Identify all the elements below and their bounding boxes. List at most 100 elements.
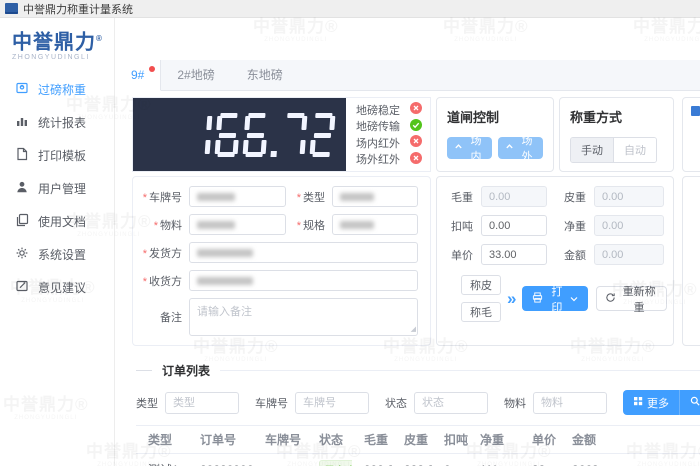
app-window: 中誉鼎力称重计量系统 中誉鼎力® ZHONGYUDINGLI 过磅称重统计报表打… bbox=[0, 0, 700, 466]
form-field-label: 发货方 bbox=[133, 245, 189, 261]
status-indicator: 场外红外 bbox=[356, 151, 422, 167]
order-filters: 类型 车牌号 状态 物料 更多搜索 bbox=[136, 390, 700, 415]
sidebar-item-label: 统计报表 bbox=[38, 114, 86, 131]
filter-input-2[interactable] bbox=[295, 392, 369, 414]
weight-field-label: 净重 bbox=[556, 218, 586, 234]
gate-button-2[interactable]: 场外 bbox=[498, 137, 543, 159]
registered-mark: ® bbox=[96, 34, 103, 43]
weighbridge-icon bbox=[15, 81, 29, 98]
search-button[interactable]: 搜索 bbox=[680, 390, 700, 415]
chevron-down-icon bbox=[570, 293, 578, 305]
status-error-icon bbox=[410, 135, 422, 150]
sidebar-item-label: 打印模板 bbox=[38, 147, 86, 164]
filter-label: 类型 bbox=[136, 395, 158, 411]
sidebar-item-label: 意见建议 bbox=[38, 279, 86, 296]
bar-chart-icon bbox=[15, 114, 29, 131]
sidebar-item-6[interactable]: 系统设置 bbox=[0, 238, 114, 271]
weight-field-label: 皮重 bbox=[556, 189, 586, 205]
gate-control-panel: 道闸控制 场内场外 bbox=[436, 97, 554, 172]
print-template-icon bbox=[15, 147, 29, 164]
scale-tabbar: 9# 2#地磅 东地磅 bbox=[115, 60, 700, 91]
column-header: 毛重 bbox=[352, 426, 392, 454]
tab-scale-1[interactable]: 9# bbox=[115, 60, 161, 91]
refresh-icon bbox=[605, 292, 616, 306]
clipped-panel-top bbox=[682, 97, 700, 172]
tab-scale-3[interactable]: 东地磅 bbox=[231, 60, 299, 90]
column-header: 单价 bbox=[520, 426, 560, 454]
form-input[interactable] bbox=[189, 270, 418, 291]
mode-option-1[interactable]: 手动 bbox=[571, 138, 614, 162]
status-indicator: 地磅传输 bbox=[356, 118, 422, 134]
status-label: 场内红外 bbox=[356, 135, 400, 151]
mode-option-2[interactable]: 自动 bbox=[614, 138, 656, 162]
redacted-value bbox=[197, 277, 253, 285]
weight-values-panel: 毛重0.00皮重0.00扣吨0.00净重0.00单价33.00金额0.00 称皮… bbox=[436, 176, 674, 346]
orders-table: 类型订单号车牌号状态毛重皮重扣吨净重单价金额物料测试1202209060002e… bbox=[136, 425, 700, 466]
remark-label: 备注 bbox=[133, 309, 189, 325]
weigh-mode-toggle: 手动自动 bbox=[570, 137, 657, 163]
tab-scale-2[interactable]: 2#地磅 bbox=[161, 60, 230, 90]
form-input[interactable] bbox=[189, 214, 286, 235]
remark-textarea[interactable] bbox=[189, 298, 418, 336]
status-ok-icon bbox=[410, 119, 422, 134]
column-header: 皮重 bbox=[392, 426, 432, 454]
weight-input[interactable]: 33.00 bbox=[481, 244, 547, 265]
tab-label: 2#地磅 bbox=[177, 68, 214, 82]
weigh-tare-button[interactable]: 称皮 bbox=[461, 275, 501, 295]
form-input[interactable] bbox=[332, 214, 418, 235]
column-header: 类型 bbox=[136, 426, 188, 454]
weigh-gross-button[interactable]: 称毛 bbox=[461, 302, 501, 322]
window-title: 中誉鼎力称重计量系统 bbox=[23, 1, 133, 17]
filter-input-4[interactable] bbox=[533, 392, 607, 414]
form-input[interactable] bbox=[332, 186, 418, 207]
status-label: 地磅传输 bbox=[356, 118, 400, 134]
status-indicator: 场内红外 bbox=[356, 135, 422, 151]
sidebar-item-label: 系统设置 bbox=[38, 246, 86, 263]
reweigh-button[interactable]: 重新称重 bbox=[596, 286, 667, 311]
redacted-value bbox=[340, 193, 374, 201]
filter-input-1[interactable] bbox=[165, 392, 239, 414]
filter-label: 状态 bbox=[385, 395, 407, 411]
sidebar-item-7[interactable]: 意见建议 bbox=[0, 271, 114, 304]
clipped-panel-icon bbox=[691, 106, 700, 116]
weight-field-label: 扣吨 bbox=[443, 218, 473, 234]
weigh-mode-panel: 称重方式 手动自动 bbox=[559, 97, 674, 172]
sidebar-item-3[interactable]: 打印模板 bbox=[0, 139, 114, 172]
segment-digit bbox=[186, 113, 212, 157]
chevron-up-icon bbox=[454, 142, 463, 154]
table-row[interactable]: 测试1202209060002eee已完成999.88888.880111333… bbox=[136, 454, 700, 466]
filter-label: 车牌号 bbox=[255, 395, 288, 411]
filter-label: 物料 bbox=[504, 395, 526, 411]
form-input[interactable] bbox=[189, 242, 418, 263]
sidebar-item-5[interactable]: 使用文档 bbox=[0, 205, 114, 238]
table-cell: 测试1 bbox=[136, 454, 188, 466]
status-error-icon bbox=[410, 152, 422, 167]
window-titlebar: 中誉鼎力称重计量系统 bbox=[0, 0, 700, 18]
sidebar-item-1[interactable]: 过磅称重 bbox=[0, 73, 114, 106]
print-button[interactable]: 打印 bbox=[522, 286, 588, 311]
order-list-title: 订单列表 bbox=[162, 362, 210, 379]
section-divider: 订单列表 bbox=[136, 362, 700, 379]
weight-input[interactable]: 0.00 bbox=[481, 215, 547, 236]
app-icon bbox=[5, 3, 18, 14]
feedback-icon bbox=[15, 279, 29, 296]
sidebar-item-2[interactable]: 统计报表 bbox=[0, 106, 114, 139]
column-header: 状态 bbox=[307, 426, 352, 454]
table-cell: 999.88 bbox=[352, 454, 392, 466]
redacted-value bbox=[197, 193, 235, 201]
form-field-label: 物料 bbox=[133, 217, 189, 233]
form-input[interactable] bbox=[189, 186, 286, 207]
more-filters-button[interactable]: 更多 bbox=[623, 390, 679, 415]
table-cell: 3663 bbox=[560, 454, 700, 466]
status-label: 地磅稳定 bbox=[356, 102, 400, 118]
status-label: 场外红外 bbox=[356, 151, 400, 167]
sidebar-item-label: 用户管理 bbox=[38, 180, 86, 197]
printer-icon bbox=[532, 292, 543, 306]
filter-input-3[interactable] bbox=[414, 392, 488, 414]
gate-button-label: 场外 bbox=[518, 132, 536, 164]
sidebar-item-4[interactable]: 用户管理 bbox=[0, 172, 114, 205]
redacted-value bbox=[197, 249, 253, 257]
main-area: 9# 2#地磅 东地磅 地磅稳定地磅传输场内红外场外红外 道闸控制 场内场外 称重方… bbox=[115, 18, 700, 466]
gate-button-1[interactable]: 场内 bbox=[447, 137, 492, 159]
brand-name: 中誉鼎力 bbox=[12, 32, 96, 54]
